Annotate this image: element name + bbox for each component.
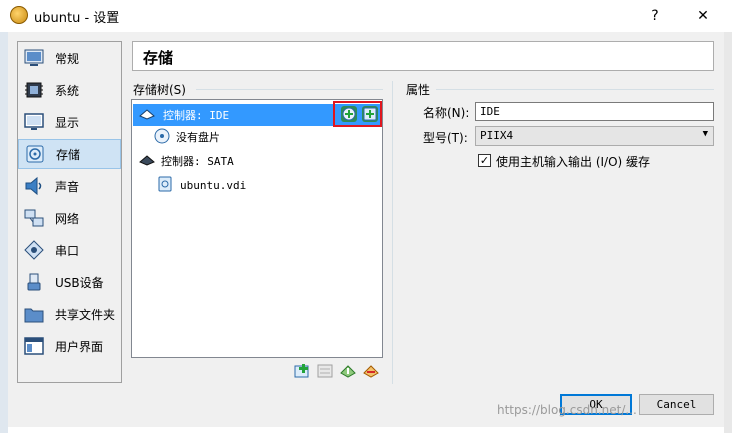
sidebar-item-system[interactable]: 系统 — [18, 75, 121, 105]
add-optical-drive-icon — [342, 107, 356, 121]
sidebar-item-label: 串口 — [55, 243, 80, 258]
watermark: https://blog.csdn.net/... — [497, 403, 637, 417]
chevron-down-icon: ▼ — [702, 129, 708, 139]
settings-sidebar: 常规 系统 显示 存储 声音 网络 串口 USB设备 共享文件夹 用户界面 — [17, 41, 122, 383]
sidebar-item-label: USB设备 — [55, 275, 104, 290]
close-button[interactable]: ✕ — [680, 0, 726, 32]
optical-disk-icon — [154, 128, 170, 147]
tree-item-label: 没有盘片 — [176, 131, 220, 144]
add-attachment-button[interactable] — [340, 363, 356, 382]
add-controller-button[interactable] — [294, 363, 310, 382]
remove-attachment-icon — [363, 365, 379, 378]
add-optical-drive-button[interactable] — [341, 106, 357, 122]
remove-attachment-button[interactable] — [363, 363, 379, 382]
tree-item-empty-disk[interactable]: 没有盘片 — [154, 126, 220, 148]
sidebar-item-label: 声音 — [55, 179, 80, 194]
sidebar-item-general[interactable]: 常规 — [18, 43, 121, 73]
cancel-button[interactable]: Cancel — [639, 394, 714, 415]
vertical-separator — [392, 81, 393, 384]
sidebar-item-serial-port[interactable]: 串口 — [18, 235, 121, 265]
group-separator — [436, 89, 714, 90]
page-header: 存储 — [132, 41, 714, 71]
use-host-io-label: 使用主机输入输出 (I/O) 缓存 — [496, 155, 651, 169]
tree-item-label: 控制器: SATA — [161, 155, 234, 168]
display-icon — [24, 112, 44, 132]
general-icon — [24, 48, 44, 68]
sidebar-item-network[interactable]: 网络 — [18, 203, 121, 233]
window-title: ubuntu - 设置 — [34, 11, 120, 26]
audio-icon — [24, 176, 44, 196]
shared-folder-icon — [24, 304, 44, 324]
usb-icon — [24, 272, 44, 292]
sidebar-item-label: 显示 — [55, 115, 80, 130]
group-separator — [196, 89, 383, 90]
sidebar-item-storage[interactable]: 存储 — [18, 139, 121, 169]
type-label: 型号(T): — [423, 131, 468, 145]
storage-tree-label: 存储树(S) — [133, 83, 186, 97]
add-hard-disk-icon — [363, 107, 377, 121]
ide-controller-icon — [139, 108, 155, 123]
page-title: 存储 — [143, 49, 174, 67]
help-button[interactable]: ? — [632, 0, 678, 32]
background-window-edge-right — [724, 32, 732, 433]
remove-controller-button[interactable] — [317, 363, 333, 382]
sidebar-item-label: 常规 — [55, 51, 80, 66]
add-controller-icon — [294, 364, 309, 378]
serial-port-icon — [24, 240, 44, 260]
type-select-value: PIIX4 — [480, 129, 514, 142]
system-icon — [24, 80, 44, 100]
sidebar-item-shared-folders[interactable]: 共享文件夹 — [18, 299, 121, 329]
sidebar-item-label: 共享文件夹 — [55, 307, 116, 322]
sidebar-item-usb[interactable]: USB设备 — [18, 267, 121, 297]
storage-tree: 控制器: IDE 没有盘片 控制器: SATA ubuntu.vdi — [131, 99, 383, 358]
hard-disk-icon — [158, 176, 172, 195]
tree-item-label: ubuntu.vdi — [180, 178, 247, 192]
sidebar-item-audio[interactable]: 声音 — [18, 171, 121, 201]
add-attachment-icon — [340, 365, 356, 378]
sidebar-item-display[interactable]: 显示 — [18, 107, 121, 137]
name-label: 名称(N): — [423, 106, 470, 120]
sidebar-item-label: 系统 — [55, 83, 80, 98]
tree-item-label: 控制器: IDE — [163, 109, 230, 122]
remove-controller-icon — [317, 364, 333, 378]
tree-item-sata-controller[interactable]: 控制器: SATA — [133, 150, 234, 172]
attributes-group-label: 属性 — [406, 83, 431, 97]
background-window-edge — [0, 32, 8, 433]
virtualbox-app-icon — [10, 6, 28, 24]
network-icon — [24, 208, 44, 228]
sidebar-item-label: 网络 — [55, 211, 80, 226]
sidebar-item-label: 用户界面 — [55, 339, 104, 354]
add-hard-disk-button[interactable] — [362, 106, 378, 122]
sata-controller-icon — [139, 154, 155, 169]
sidebar-item-label: 存储 — [56, 147, 81, 162]
name-input[interactable]: IDE — [475, 102, 714, 121]
sidebar-item-user-interface[interactable]: 用户界面 — [18, 331, 121, 361]
use-host-io-checkbox[interactable]: ✓ — [478, 154, 491, 167]
user-interface-icon — [24, 336, 44, 356]
storage-icon — [25, 144, 45, 164]
tree-item-hard-disk[interactable]: ubuntu.vdi — [158, 174, 246, 196]
type-select[interactable]: PIIX4 ▼ — [475, 126, 714, 146]
